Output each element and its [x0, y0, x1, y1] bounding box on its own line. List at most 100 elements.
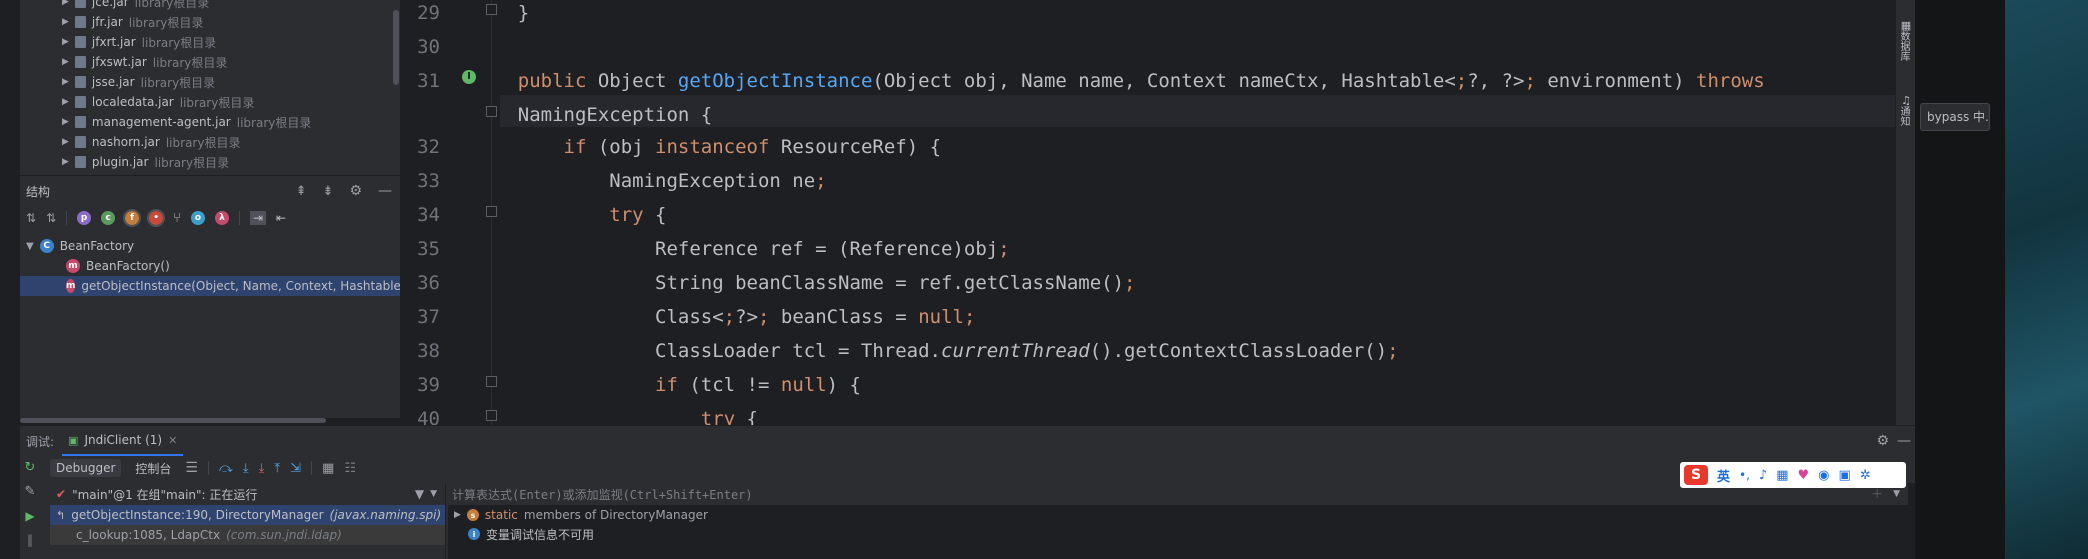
- run-to-cursor-icon[interactable]: ⇲: [290, 461, 301, 476]
- ime-language[interactable]: 英: [1717, 466, 1730, 485]
- step-out-icon[interactable]: ⤒: [274, 461, 280, 476]
- minimize-icon[interactable]: —: [378, 183, 392, 199]
- tree-item[interactable]: ▶ jfxswt.jar library根目录: [20, 52, 400, 72]
- step-into-icon[interactable]: ⤓: [243, 461, 249, 476]
- code-line[interactable]: 30: [400, 32, 1895, 64]
- toolbox-icon[interactable]: ▣: [1839, 468, 1851, 483]
- code-line[interactable]: NamingException {: [400, 100, 1895, 132]
- static-members-node[interactable]: ▶ s static members of DirectoryManager: [448, 505, 1915, 525]
- chevron-right-icon[interactable]: ▶: [62, 157, 69, 167]
- expand-all-icon[interactable]: ⇞: [296, 184, 307, 199]
- code-text: Class<;?>; beanClass = null;: [472, 306, 976, 328]
- chevron-right-icon[interactable]: ▶: [62, 0, 69, 7]
- code-line[interactable]: 40 try {: [400, 404, 1895, 425]
- code-line[interactable]: 39 if (tcl != null) {: [400, 370, 1895, 402]
- frame-row-selected[interactable]: ↰ getObjectInstance:190, DirectoryManage…: [50, 505, 445, 525]
- jar-icon: [74, 76, 86, 88]
- show-anonymous-icon[interactable]: o: [190, 211, 205, 225]
- chevron-right-icon[interactable]: ▶: [62, 57, 69, 67]
- game-icon[interactable]: ◉: [1818, 468, 1829, 483]
- chevron-down-icon[interactable]: ▼: [430, 489, 437, 499]
- sort-visibility-icon[interactable]: ⇅: [26, 211, 36, 225]
- tree-item[interactable]: ▶ jsse.jar library根目录: [20, 72, 400, 92]
- chevron-right-icon[interactable]: ▶: [62, 137, 69, 147]
- chevron-down-icon[interactable]: ▼: [26, 241, 34, 252]
- chevron-right-icon[interactable]: ▶: [62, 17, 69, 27]
- code-editor[interactable]: 29 } 30 31 public Object getObjectInstance…: [400, 0, 1895, 425]
- tree-item[interactable]: ▶ nashorn.jar library根目录: [20, 132, 400, 152]
- chevron-right-icon[interactable]: ▶: [454, 510, 461, 520]
- sort-alpha-icon[interactable]: ⇅: [46, 211, 56, 225]
- trace-icon[interactable]: ☷: [344, 461, 356, 476]
- tab-console[interactable]: 控制台: [131, 458, 175, 479]
- pause-icon[interactable]: ‖: [20, 528, 40, 552]
- debug-session-tab[interactable]: ▣ JndiClient (1) ✕: [62, 426, 184, 456]
- rerun-icon[interactable]: ↻: [20, 456, 40, 480]
- filter-icon[interactable]: ▼: [415, 487, 424, 501]
- frame-row[interactable]: c_lookup:1085, LdapCtx (com.sun.jndi.lda…: [50, 525, 445, 545]
- add-watch-icon[interactable]: +: [1871, 486, 1883, 502]
- code-line[interactable]: 37 Class<;?>; beanClass = null;: [400, 302, 1895, 334]
- tab-debugger[interactable]: Debugger: [50, 459, 122, 477]
- show-inherited-icon[interactable]: c: [101, 211, 116, 225]
- tree-item[interactable]: ▶ jfr.jar library根目录: [20, 12, 400, 32]
- structure-member-constructor[interactable]: m BeanFactory(): [20, 256, 400, 276]
- keyboard-icon[interactable]: ▦: [1776, 468, 1788, 483]
- tree-item-tag: library根目录: [179, 95, 255, 110]
- fold-icon[interactable]: [486, 410, 497, 421]
- autoscroll-from-source-icon[interactable]: ⇤: [276, 211, 286, 225]
- chevron-right-icon[interactable]: ▶: [62, 97, 69, 107]
- code-line[interactable]: 31 public Object getObjectInstance(Objec…: [400, 66, 1895, 98]
- settings-icon[interactable]: ✲: [1860, 468, 1871, 483]
- gear-icon[interactable]: ⚙: [1876, 433, 1889, 449]
- show-fields-icon[interactable]: f: [123, 209, 142, 227]
- ime-toolbar[interactable]: S 英 •, ♪ ▦ ♥ ◉ ▣ ✲: [1680, 462, 1906, 488]
- minimize-icon[interactable]: —: [1897, 433, 1911, 449]
- code-line[interactable]: 32 if (obj instanceof ResourceRef) {: [400, 132, 1895, 164]
- notifications-tool-button[interactable]: ♫ 通知: [1898, 95, 1914, 126]
- code-line[interactable]: 29 }: [400, 0, 1895, 30]
- chevron-right-icon[interactable]: ▶: [62, 77, 69, 87]
- resume-icon[interactable]: ▶: [20, 504, 40, 528]
- database-tool-button[interactable]: ▦ 数据库: [1898, 20, 1914, 61]
- close-icon[interactable]: ✕: [168, 434, 177, 447]
- code-line[interactable]: 35 Reference ref = (Reference)obj;: [400, 234, 1895, 266]
- fold-icon[interactable]: [486, 376, 497, 387]
- tree-item[interactable]: ▶ plugin.jar library根目录: [20, 152, 400, 172]
- code-line[interactable]: 33 NamingException ne;: [400, 166, 1895, 198]
- code-line[interactable]: 34 try {: [400, 200, 1895, 232]
- tree-item[interactable]: ▶ jce.jar library根目录: [20, 0, 400, 12]
- fold-icon[interactable]: [486, 4, 497, 15]
- tree-scrollbar[interactable]: [393, 10, 399, 85]
- code-line[interactable]: 36 String beanClassName = ref.getClassNa…: [400, 268, 1895, 300]
- wrench-icon[interactable]: ✎: [20, 480, 40, 504]
- code-line[interactable]: 38 ClassLoader tcl = Thread.currentThrea…: [400, 336, 1895, 368]
- force-step-into-icon[interactable]: ⤓: [259, 461, 265, 476]
- thread-selector[interactable]: ✔ "main"@1 在组"main": 正在运行 ▼ ▼: [50, 483, 445, 505]
- step-over-icon[interactable]: ⤼: [219, 461, 233, 476]
- gear-icon[interactable]: ⚙: [349, 183, 362, 199]
- chevron-right-icon[interactable]: ▶: [62, 37, 69, 47]
- show-hierarchy-icon[interactable]: ⑂: [173, 211, 181, 226]
- structure-class-node[interactable]: ▼ C BeanFactory: [20, 236, 400, 256]
- collapse-all-icon[interactable]: ⇟: [323, 184, 334, 199]
- show-non-public-icon[interactable]: •: [147, 209, 166, 227]
- show-lambdas-icon[interactable]: λ: [214, 211, 229, 225]
- implements-gutter-icon[interactable]: I: [462, 70, 476, 84]
- structure-member-getobjectinstance[interactable]: m getObjectInstance(Object, Name, Contex…: [20, 276, 400, 296]
- skin-icon[interactable]: ♥: [1798, 468, 1810, 483]
- menu-icon[interactable]: ☰: [185, 460, 198, 476]
- fold-icon[interactable]: [486, 206, 497, 217]
- structure-hscrollbar[interactable]: [20, 418, 326, 423]
- autoscroll-to-source-icon[interactable]: ⇥: [249, 211, 266, 225]
- punctuation-icon[interactable]: •,: [1739, 468, 1750, 482]
- tree-item[interactable]: ▶ management-agent.jar library根目录: [20, 112, 400, 132]
- evaluate-icon[interactable]: ▦: [322, 461, 334, 476]
- fold-icon[interactable]: [486, 106, 497, 117]
- show-properties-icon[interactable]: p: [77, 211, 92, 225]
- tree-item[interactable]: ▶ jfxrt.jar library根目录: [20, 32, 400, 52]
- microphone-icon[interactable]: ♪: [1759, 468, 1767, 483]
- chevron-down-icon[interactable]: ▼: [1893, 489, 1900, 499]
- tree-item[interactable]: ▶ localedata.jar library根目录: [20, 92, 400, 112]
- chevron-right-icon[interactable]: ▶: [62, 117, 69, 127]
